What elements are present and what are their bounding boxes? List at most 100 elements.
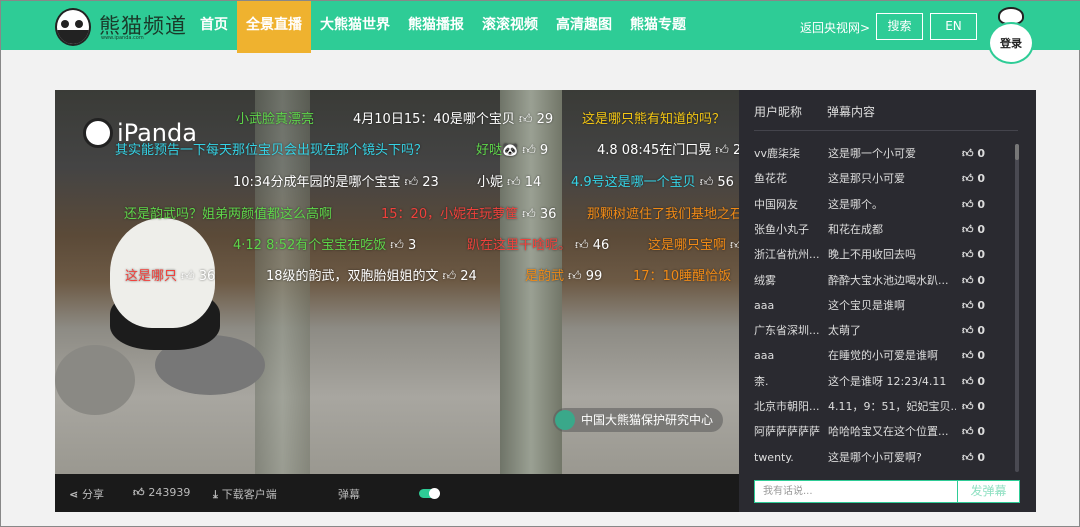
danmaku-comment: 其实能预告一下每天那位宝贝会出现在那个镜头下吗？ — [115, 139, 427, 158]
live-video-player[interactable]: iPanda 中国大熊猫保护研究中心 小武脸真漂亮 4月10日15：40是哪个宝贝… — [55, 90, 739, 474]
nav-item[interactable]: 大熊猫世界 — [311, 1, 399, 50]
send-danmaku-button[interactable]: 发弹幕 — [957, 480, 1020, 503]
danmaku-content: 这个宝贝是谁啊 — [828, 298, 905, 312]
danmaku-text: 4.9号这是哪一个宝贝 — [571, 175, 696, 190]
danmaku-like[interactable]: 👍︎ 99 — [568, 269, 602, 284]
danmaku-content: 这是那只小可爱 — [828, 172, 905, 186]
danmaku-like[interactable]: 👍︎ 36 — [181, 269, 215, 284]
nav-item[interactable]: 全景直播 — [237, 1, 311, 53]
danmaku-like[interactable]: 👍︎ 56 — [700, 175, 734, 190]
thumbs-up-icon: 👍︎ — [962, 374, 974, 388]
user-nickname: twenty. — [754, 450, 794, 464]
like-button[interactable]: 👍︎ 0 — [962, 422, 985, 442]
danmaku-comment: 好哒🐼 👍︎ 9 — [476, 139, 548, 158]
download-client-button[interactable]: ⤓ 下载客户端 — [213, 486, 277, 502]
thumbs-up-icon: 👍︎ — [962, 425, 974, 439]
danmaku-list-item: 中国网友 这是哪个。 👍︎ 0 — [754, 195, 999, 215]
scrollbar[interactable] — [1015, 144, 1019, 472]
user-nickname: 中国网友 — [754, 197, 798, 211]
like-button[interactable]: 👍︎ 243939 — [133, 486, 190, 499]
danmaku-content: 这是哪个。 — [828, 197, 883, 211]
nav-item[interactable]: 滚滚视频 — [473, 1, 547, 50]
danmaku-comment: 那颗树遮住了我们基地之石 — [587, 203, 739, 222]
like-button[interactable]: 👍︎ 0 — [962, 397, 985, 417]
danmaku-like[interactable]: 👍︎ 9 — [522, 143, 548, 158]
login-button[interactable]: 登录 — [988, 22, 1034, 64]
danmaku-like[interactable]: 👍︎ 46 — [575, 238, 609, 253]
danmaku-comment: 4月10日15：40是哪个宝贝 👍︎ 29 — [353, 108, 553, 127]
danmaku-comment: 这是哪只熊有知道的吗？ — [582, 108, 725, 127]
danmaku-text: 4·12 8:52有个宝宝在吃饭 — [233, 238, 387, 253]
nav-item[interactable]: 熊猫专题 — [621, 1, 695, 50]
danmaku-list-item: 北京市朝阳... 4.11，9：51，妃妃宝贝... 👍︎ 0 — [754, 397, 999, 417]
danmaku-content: 太萌了 — [828, 324, 861, 338]
danmaku-text: 小妮 — [477, 175, 504, 190]
download-icon: ⤓ — [213, 488, 222, 501]
divider — [754, 130, 1018, 131]
danmaku-like[interactable]: 👍︎ 29 — [519, 112, 553, 127]
thumbs-up-icon: 👍︎ — [133, 486, 149, 499]
danmaku-text: 4.8 08:45在门口晃 — [597, 143, 712, 158]
danmaku-toggle[interactable] — [419, 488, 440, 499]
like-count: 0 — [977, 374, 985, 388]
danmaku-comment: 15：20，小妮在玩萝筐 👍︎ 36 — [381, 203, 556, 222]
like-count: 0 — [977, 273, 985, 287]
danmaku-content: 晚上不用收回去吗 — [828, 248, 916, 262]
thumbs-up-icon: 👍︎ — [962, 222, 974, 236]
thumbs-up-icon: 👍︎ — [962, 450, 974, 464]
danmaku-text: 4月10日15：40是哪个宝贝 — [353, 112, 515, 127]
like-button[interactable]: 👍︎ 0 — [962, 321, 985, 341]
like-button[interactable]: 👍︎ 0 — [962, 245, 985, 265]
like-button[interactable]: 👍︎ 0 — [962, 372, 985, 392]
danmaku-like[interactable]: 👍︎ 14 — [507, 175, 541, 190]
like-button[interactable]: 👍︎ 0 — [962, 144, 985, 164]
nav-item[interactable]: 高清趣图 — [547, 1, 621, 50]
panda-logo[interactable] — [55, 8, 91, 46]
watermark: 中国大熊猫保护研究中心 — [553, 408, 724, 432]
like-count: 0 — [977, 400, 985, 413]
like-button[interactable]: 👍︎ 0 — [962, 271, 985, 291]
column-content: 弹幕内容 — [827, 105, 876, 119]
main-nav: 首页 全景直播 大熊猫世界 熊猫播报 滚滚视频 高清趣图 熊猫专题 — [191, 1, 695, 53]
thumbs-up-icon: 👍︎ — [962, 273, 974, 287]
broadcaster-icon — [555, 410, 575, 430]
thumbs-up-icon: 👍︎ — [962, 172, 974, 186]
like-count: 0 — [977, 197, 985, 211]
danmaku-list-item: 广东省深圳... 太萌了 👍︎ 0 — [754, 321, 999, 341]
user-nickname: 鱼花花 — [754, 172, 787, 186]
danmaku-comment: 4·12 8:52有个宝宝在吃饭 👍︎ 3 — [233, 234, 416, 253]
danmaku-like[interactable]: 👍︎ 36 — [522, 207, 556, 222]
like-count: 0 — [977, 349, 985, 363]
like-button[interactable]: 👍︎ 0 — [962, 195, 985, 215]
thumbs-up-icon: 👍︎ — [962, 197, 974, 211]
language-button[interactable]: EN — [930, 13, 977, 40]
danmaku-text: 小武脸真漂亮 — [236, 112, 315, 127]
scrollbar-thumb[interactable] — [1015, 144, 1019, 160]
danmaku-text: 还是韵武吗？姐弟两颜值都这么高啊 — [124, 207, 333, 222]
danmaku-text: 趴在这里干啥呢。 — [467, 238, 572, 253]
share-label: 分享 — [82, 488, 105, 501]
like-button[interactable]: 👍︎ 0 — [962, 448, 985, 468]
share-button[interactable]: ⋖ 分享 — [69, 486, 104, 502]
like-button[interactable]: 👍︎ 0 — [962, 220, 985, 240]
danmaku-text: 这是哪只熊有知道的吗？ — [582, 112, 726, 127]
like-count: 0 — [977, 425, 985, 439]
danmaku-like-count: 36 — [198, 269, 216, 284]
user-nickname: 浙江省杭州... — [754, 248, 820, 262]
danmaku-text: 18级的韵武，双胞胎姐姐的文 — [266, 269, 439, 284]
like-button[interactable]: 👍︎ 0 — [962, 169, 985, 189]
nav-item[interactable]: 首页 — [191, 1, 237, 50]
like-button[interactable]: 👍︎ 0 — [962, 346, 985, 366]
danmaku-like[interactable]: 👍︎ 2 — [715, 143, 739, 158]
nav-item[interactable]: 熊猫播报 — [399, 1, 473, 50]
search-button[interactable]: 搜索 — [876, 13, 923, 40]
danmaku-like[interactable]: 👍︎ — [730, 238, 739, 253]
danmaku-text: 17：10睡醒恰饭 — [633, 269, 732, 284]
danmaku-like[interactable]: 👍︎ 3 — [390, 238, 416, 253]
danmaku-like[interactable]: 👍︎ 24 — [443, 269, 477, 284]
like-button[interactable]: 👍︎ 0 — [962, 296, 985, 316]
like-count: 0 — [977, 450, 985, 464]
danmaku-input[interactable]: 我有话说... — [754, 480, 958, 503]
danmaku-like[interactable]: 👍︎ 23 — [404, 175, 438, 190]
back-to-cctv-link[interactable]: 返回央视网> — [800, 19, 870, 36]
